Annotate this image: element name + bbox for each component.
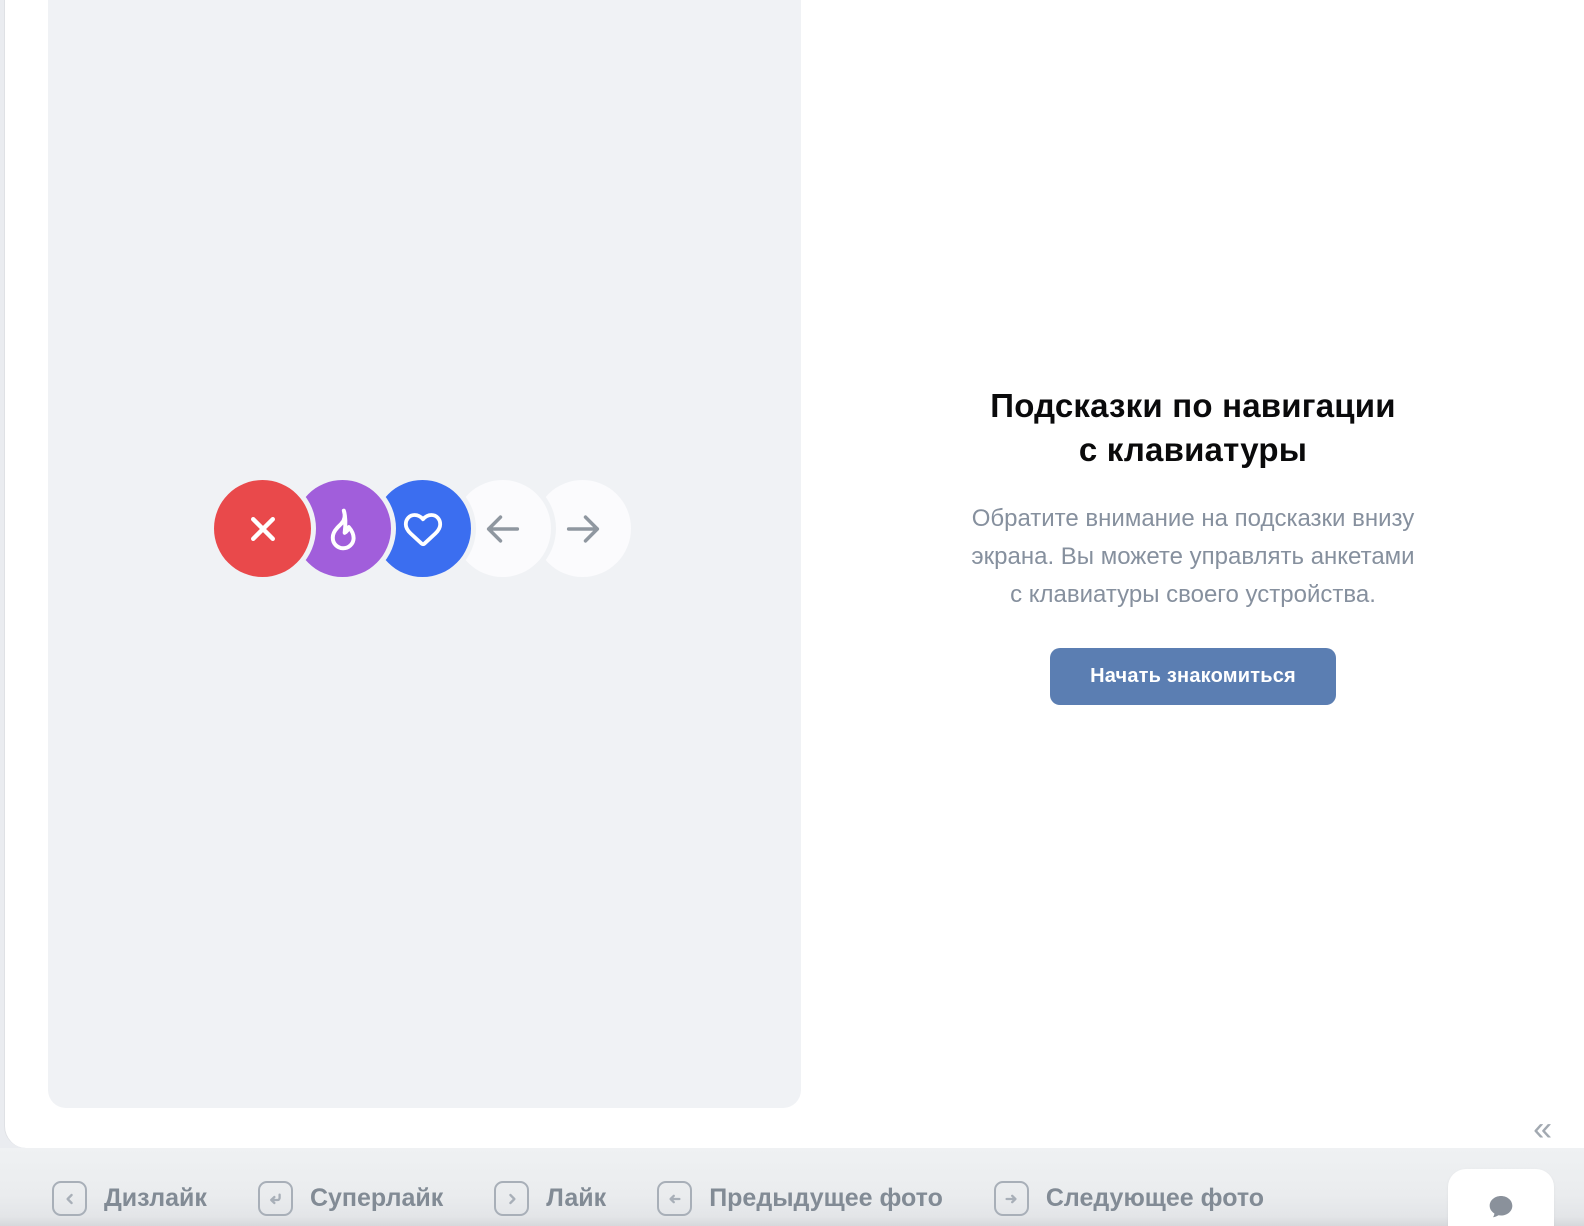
arrow-left-key-icon <box>657 1181 692 1216</box>
hint-previous-photo: Предыдущее фото <box>657 1181 943 1216</box>
chevron-right-key-icon <box>494 1181 529 1216</box>
keyboard-hints-panel: Подсказки по навигации с клавиатуры Обра… <box>801 384 1584 705</box>
hint-label: Дизлайк <box>104 1184 207 1213</box>
profile-card <box>48 0 801 1108</box>
arrow-right-key-icon <box>994 1181 1029 1216</box>
hint-label: Следующее фото <box>1046 1184 1264 1213</box>
hint-label: Лайк <box>546 1184 606 1213</box>
hint-superlike: Суперлайк <box>258 1181 443 1216</box>
x-icon <box>242 508 284 550</box>
main-panel: Подсказки по навигации с клавиатуры Обра… <box>4 0 1584 1148</box>
flame-icon <box>318 504 368 554</box>
action-buttons-row <box>214 480 631 577</box>
chevron-left-key-icon <box>52 1181 87 1216</box>
toolbar-row: Дизлайк Суперлайк Лайк <box>52 1181 1264 1216</box>
arrow-right-icon <box>560 506 606 552</box>
keyboard-hints-toolbar: Дизлайк Суперлайк Лайк <box>0 1148 1584 1226</box>
hint-dislike: Дизлайк <box>52 1181 207 1216</box>
dislike-button[interactable] <box>214 480 311 577</box>
chat-button[interactable] <box>1448 1169 1554 1226</box>
collapse-panel-icon[interactable]: « <box>1533 1112 1552 1146</box>
page-title: Подсказки по навигации с клавиатуры <box>801 384 1584 472</box>
hint-label: Предыдущее фото <box>709 1184 943 1213</box>
hint-next-photo: Следующее фото <box>994 1181 1264 1216</box>
hint-like: Лайк <box>494 1181 606 1216</box>
heart-icon <box>399 505 447 553</box>
hint-label: Суперлайк <box>310 1184 443 1213</box>
return-key-icon <box>258 1181 293 1216</box>
hints-description: Обратите внимание на подсказки внизу экр… <box>801 500 1584 614</box>
arrow-left-icon <box>480 506 526 552</box>
start-dating-button[interactable]: Начать знакомиться <box>1050 648 1336 705</box>
